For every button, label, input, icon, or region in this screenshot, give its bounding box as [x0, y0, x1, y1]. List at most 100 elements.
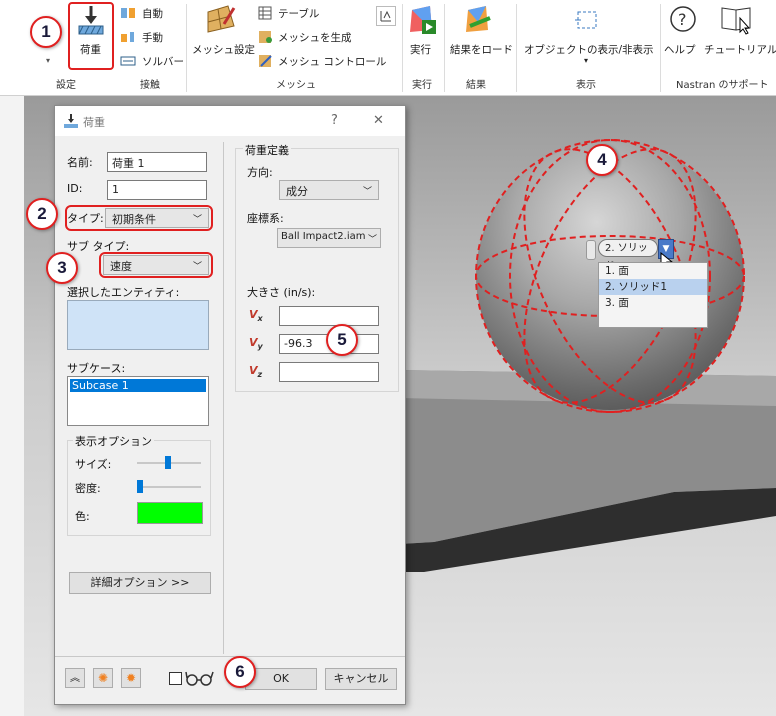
name-label: 名前: [67, 156, 93, 169]
help-label: ヘルプ [664, 44, 696, 56]
picker-option[interactable]: 1. 面 [599, 263, 707, 279]
auto-contact-icon [121, 8, 135, 18]
generate-mesh-button[interactable]: メッシュを生成 [258, 30, 352, 47]
run-icon [410, 6, 436, 34]
load-dialog: 荷重 ? ✕ 名前: 荷重 1 ID: 1 タイプ: 初期条件 ﹀ サブ タイプ… [54, 105, 406, 705]
callout-4: 4 [586, 144, 618, 176]
vz-symbol: V [249, 364, 258, 377]
advanced-options-button[interactable]: 詳細オプション >> [69, 572, 211, 594]
group-label-setup: 設定 [56, 80, 76, 91]
group-label-run: 実行 [412, 80, 432, 91]
tutorial-label: チュートリアル [704, 44, 776, 56]
mesh-settings-label: メッシュ設定 [192, 44, 255, 56]
vx-symbol: V [249, 308, 258, 321]
subtype-highlight [99, 252, 213, 278]
picker-option[interactable]: 2. ソリッド1 [599, 279, 707, 295]
add-load-button[interactable]: ✺ [93, 668, 113, 688]
coordinate-system-value: Ball Impact2.iam [281, 231, 366, 242]
vx-field[interactable] [279, 306, 379, 326]
size-slider[interactable] [137, 456, 201, 469]
picker-list[interactable]: 1. 面 2. ソリッド1 3. 面 [598, 262, 708, 328]
id-label: ID: [67, 182, 83, 195]
ribbon: 荷重 ▾ 自動 手動 ソルバー メッシュ設定 テーブル メッシュを生成 メッシュ… [0, 0, 776, 96]
vy-symbol: V [249, 336, 258, 349]
vz-field[interactable] [279, 362, 379, 382]
auto-label: 自動 [142, 8, 163, 20]
mesh-control-icon [259, 55, 272, 67]
table-label: テーブル [278, 8, 320, 20]
coordinate-system-select[interactable]: Ball Impact2.iam ﹀ [277, 228, 381, 248]
callout-6: 6 [224, 656, 256, 688]
vy-label: Vy [249, 336, 263, 351]
picker-combo[interactable]: 2. ソリッド1 [598, 239, 658, 272]
selected-entities-box[interactable] [67, 300, 209, 350]
manual-button[interactable]: 手動 [120, 30, 163, 47]
generate-mesh-label: メッシュを生成 [278, 32, 352, 44]
group-label-mesh: メッシュ [276, 80, 316, 91]
multi-load-button[interactable]: ✹ [121, 668, 141, 688]
picker-handle[interactable] [586, 240, 596, 260]
auto-button[interactable]: 自動 [120, 6, 163, 23]
table-button[interactable]: テーブル [258, 6, 319, 23]
name-field[interactable]: 荷重 1 [107, 152, 207, 172]
subcase-item[interactable]: Subcase 1 [70, 379, 206, 392]
direction-select-value: 成分 [286, 185, 308, 198]
generate-mesh-icon [259, 31, 272, 43]
svg-text:?: ? [678, 10, 687, 29]
ribbon-separator [660, 4, 661, 92]
color-swatch[interactable] [137, 502, 203, 524]
mesh-control-button[interactable]: メッシュ コントロール [258, 54, 386, 71]
preview-checkbox[interactable] [169, 672, 182, 685]
load-results-button[interactable]: 結果をロード [448, 2, 513, 68]
group-label-contact: 接触 [140, 80, 160, 91]
slider-thumb[interactable] [137, 480, 143, 493]
help-icon[interactable]: ? [331, 113, 338, 128]
help-icon: ? [670, 6, 696, 32]
dropdown-arrow-icon: ▾ [584, 56, 589, 65]
bottom-divider [55, 656, 405, 657]
slider-thumb[interactable] [165, 456, 171, 469]
callout-3: 3 [46, 252, 78, 284]
callout-5: 5 [326, 324, 358, 356]
picker-option[interactable]: 3. 面 [599, 295, 707, 311]
mesh-control-label: メッシュ コントロール [278, 56, 387, 68]
color-label: 色: [75, 510, 90, 523]
ribbon-separator [444, 4, 445, 92]
dialog-title-bar[interactable]: 荷重 ? ✕ [55, 106, 405, 136]
column-divider [223, 142, 224, 654]
glasses-icon [185, 671, 214, 686]
chevron-down-icon: ﹀ [367, 235, 377, 245]
chevron-down-icon: ﹀ [362, 187, 372, 197]
show-hide-objects-icon [575, 11, 597, 29]
direction-select[interactable]: 成分 ﹀ [279, 180, 379, 200]
help-button[interactable]: ? ヘルプ [664, 2, 706, 68]
density-label: 密度: [75, 482, 101, 495]
show-hide-objects-button[interactable]: オブジェクトの表示/非表示 ▾ [520, 2, 656, 68]
solver-button[interactable]: ソルバー [120, 54, 184, 71]
vx-subscript: x [257, 314, 263, 324]
callout-1: 1 [30, 16, 62, 48]
collapse-button[interactable]: ︽ [65, 668, 85, 688]
subcase-list[interactable]: Subcase 1 [67, 376, 209, 426]
tutorial-button[interactable]: チュートリアル [704, 2, 776, 68]
mesh-table-icon [380, 10, 391, 22]
load-results-icon [466, 6, 491, 32]
left-strip [0, 96, 24, 716]
cancel-button[interactable]: キャンセル [325, 668, 397, 690]
id-field[interactable]: 1 [107, 180, 207, 200]
expand-icon[interactable]: ▾ [46, 56, 50, 65]
mesh-settings-icon [207, 5, 236, 33]
ribbon-separator [402, 4, 403, 92]
tutorial-icon [721, 7, 751, 35]
run-label: 実行 [410, 44, 431, 56]
star-load-icon: ✺ [97, 671, 109, 685]
run-button[interactable]: 実行 [406, 2, 440, 68]
mesh-settings-button[interactable]: メッシュ設定 [192, 2, 255, 68]
load-icon [64, 114, 78, 128]
coordinate-system-label: 座標系: [247, 212, 284, 225]
vy-subscript: y [257, 342, 263, 352]
mesh-table-icon-button[interactable] [376, 6, 396, 26]
density-slider[interactable] [137, 480, 201, 493]
close-icon[interactable]: ✕ [373, 113, 384, 128]
load-results-label: 結果をロード [450, 44, 513, 56]
